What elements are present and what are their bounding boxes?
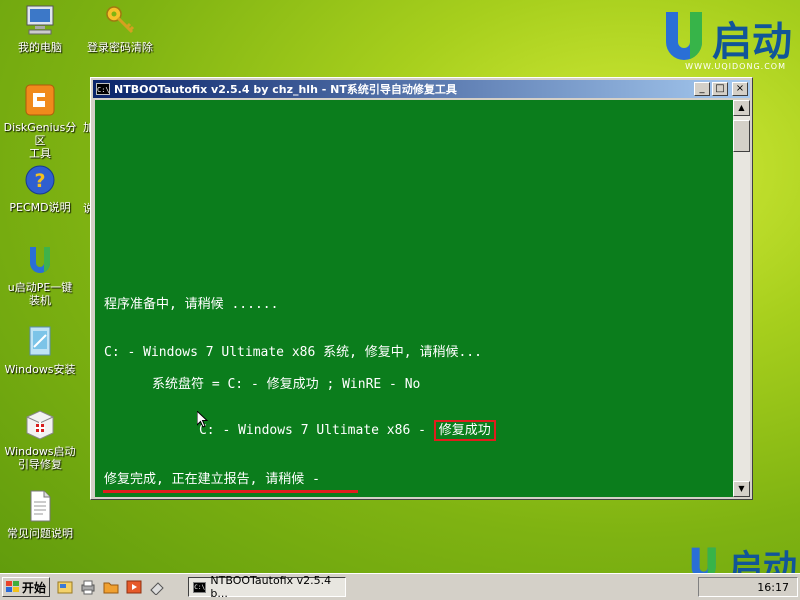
taskbar-button-ntbootautofix[interactable]: C:\ NTBOOTautofix v2.5.4 b... [188, 574, 346, 600]
svg-text:?: ? [34, 170, 45, 192]
brand-url: WWW.UQIDONG.COM [685, 62, 786, 71]
console-icon: C:\ [193, 581, 207, 593]
desktop-icon-pecmd-help[interactable]: ? PECMD说明 [0, 163, 80, 214]
desktop-icon-label: 我的电脑 [18, 41, 62, 54]
ntbootautofix-window[interactable]: C:\ NTBOOTautofix v2.5.4 by chz_hlh - NT… [90, 77, 753, 500]
desktop-icon-boot-repair[interactable]: Windows启动 引导修复 [0, 407, 80, 471]
quicklaunch-printer-icon[interactable] [80, 579, 96, 595]
diskgenius-icon [23, 83, 57, 117]
console-line: 程序准备中, 请稍候 ...... [104, 297, 279, 312]
desktop-icon-password-clear[interactable]: 登录密码清除 [80, 3, 160, 54]
taskbar-button-label: NTBOOTautofix v2.5.4 b... [210, 574, 332, 600]
console-line-prefix: C: - Windows 7 Ultimate x86 - [198, 423, 434, 438]
console-icon: C:\ [96, 83, 110, 95]
window-titlebar[interactable]: C:\ NTBOOTautofix v2.5.4 by chz_hlh - NT… [93, 80, 750, 98]
quicklaunch-explorer-icon[interactable] [57, 579, 73, 595]
red-underline [103, 490, 358, 493]
computer-icon [23, 3, 57, 37]
uqidong-icon [23, 243, 57, 277]
repair-success-highlight: 修复成功 [433, 420, 496, 441]
document-icon [23, 489, 57, 523]
quicklaunch-eraser-icon[interactable] [149, 579, 165, 596]
desktop-icon-label: Windows安装 [4, 363, 76, 376]
brand-logo-top: 启动 WWW.UQIDONG.COM [632, 8, 792, 71]
console-line: C: - Windows 7 Ultimate x86 系统, 修复中, 请稍候… [104, 345, 482, 360]
console-line: 系统盘符 = C: - 修复成功 ; WinRE - No [152, 377, 421, 392]
toolbox-icon [23, 407, 57, 441]
vertical-scrollbar[interactable]: ▲ ▼ [733, 100, 750, 497]
desktop-icon-label: u启动PE一键 装机 [7, 281, 73, 307]
windows-flag-icon [6, 581, 19, 593]
desktop-icon-label: 登录密码清除 [87, 41, 153, 54]
quicklaunch-folder-icon[interactable] [103, 579, 119, 595]
desktop-icon-faq[interactable]: 常见问题说明 [0, 489, 80, 540]
scroll-thumb[interactable] [733, 120, 750, 152]
maximize-button[interactable]: □ [712, 82, 728, 96]
taskbar: 开始 C:\ NTBOOTautofix v2.5.4 b... 16:17 [0, 573, 800, 600]
system-tray: 16:17 [698, 577, 798, 597]
desktop-icon-uqidong-install[interactable]: u启动PE一键 装机 [0, 243, 80, 307]
desktop-icon-label: PECMD说明 [9, 201, 71, 214]
console-output[interactable]: 程序准备中, 请稍候 ...... C: - Windows 7 Ultimat… [95, 100, 734, 497]
desktop-icon-label: 常见问题说明 [7, 527, 73, 540]
desktop-icon-label: DiskGenius分区 工具 [3, 121, 77, 160]
close-button[interactable]: × [732, 82, 748, 96]
clock[interactable]: 16:17 [757, 581, 789, 594]
window-title: NTBOOTautofix v2.5.4 by chz_hlh - NT系统引导… [114, 83, 457, 96]
desktop-icon-computer[interactable]: 我的电脑 [0, 3, 80, 54]
scroll-up-button[interactable]: ▲ [733, 100, 750, 116]
console-line-final: 修复完成, 正在建立报告, 请稍候 - [104, 472, 320, 487]
start-label: 开始 [22, 580, 47, 595]
desktop-icon-diskgenius[interactable]: DiskGenius分区 工具 [0, 83, 80, 160]
start-button[interactable]: 开始 [2, 577, 50, 597]
scroll-down-button[interactable]: ▼ [733, 481, 750, 497]
desktop-icon-windows-install[interactable]: Windows安装 [0, 325, 80, 376]
quicklaunch-media-icon[interactable] [126, 579, 142, 595]
desktop-icon-label: Windows启动 引导修复 [4, 445, 76, 471]
brand-name: 启动 [712, 19, 792, 65]
key-icon [103, 3, 137, 37]
minimize-button[interactable]: _ [694, 82, 710, 96]
u-logo-icon [666, 12, 702, 60]
windows-install-icon [23, 325, 57, 359]
help-icon: ? [23, 163, 57, 197]
